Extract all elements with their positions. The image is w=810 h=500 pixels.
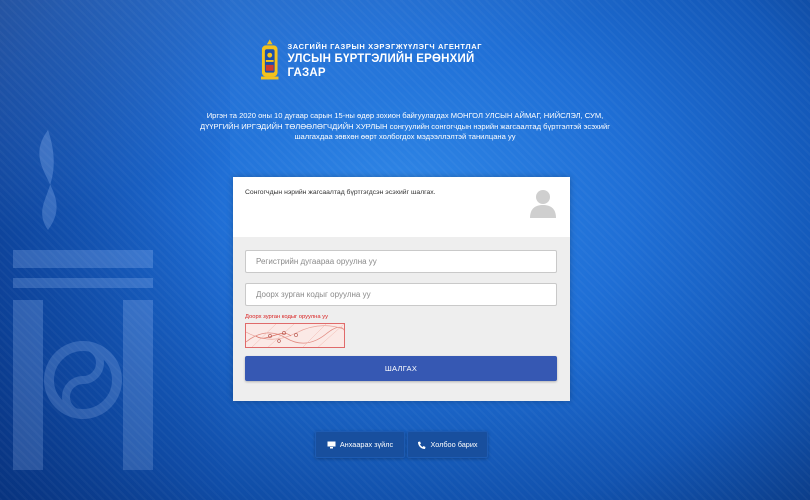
contact-button[interactable]: Холбоо барих [407, 431, 488, 458]
intro-text: Иргэн та 2020 оны 10 дугаар сарын 15-ны … [199, 111, 611, 142]
card-header: Сонгогчдын нэрийн жагсаалтад бүртгэгдсэн… [233, 177, 570, 237]
card-heading: Сонгогчдын нэрийн жагсаалтад бүртгэгдсэн… [245, 189, 436, 196]
captcha-label: Доорх зурган кодыг оруулна уу [245, 314, 329, 320]
captcha-image [245, 323, 345, 348]
user-avatar-icon [530, 190, 556, 218]
agency-logo: ЗАСГИЙН ГАЗРЫН ХЭРЭГЖҮҮЛЭГЧ АГЕНТЛАГ УЛС… [260, 38, 510, 82]
captcha-code-input[interactable] [245, 283, 557, 306]
check-button[interactable]: ШАЛГАХ [245, 356, 557, 381]
agency-subtitle: ЗАСГИЙН ГАЗРЫН ХЭРЭГЖҮҮЛЭГЧ АГЕНТЛАГ [287, 41, 483, 51]
phone-icon [418, 441, 426, 449]
card-body: Доорх зурган кодыг оруулна уу ШАЛГАХ [233, 237, 570, 381]
notice-label: Анхаарах зүйлс [339, 440, 394, 449]
state-emblem-icon [260, 39, 279, 80]
agency-title: УЛСЫН БҮРТГЭЛИЙН ЕРӨНХИЙ ГАЗАР [287, 52, 475, 79]
notice-button[interactable]: Анхаарах зүйлс [315, 431, 405, 458]
monitor-icon [327, 441, 336, 448]
captcha-noise [246, 324, 344, 347]
register-number-input[interactable] [245, 250, 557, 273]
check-form-card: Сонгогчдын нэрийн жагсаалтад бүртгэгдсэн… [233, 177, 570, 401]
contact-label: Холбоо барих [430, 440, 478, 449]
